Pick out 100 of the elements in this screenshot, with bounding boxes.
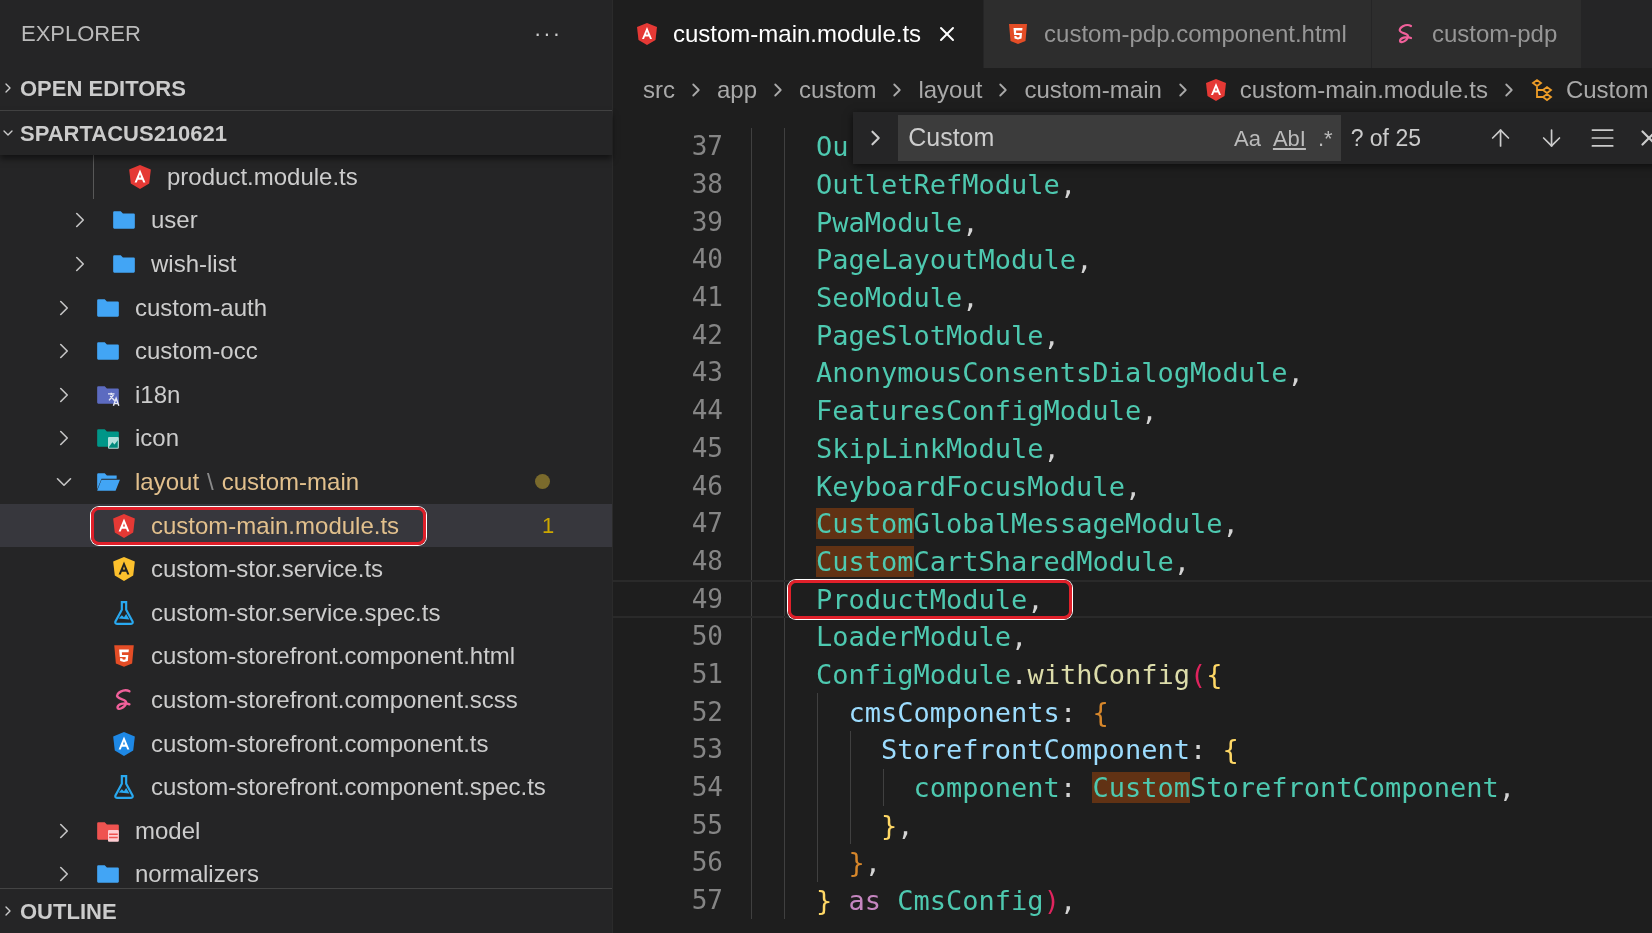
file-name: custom-storefront.component.html <box>151 641 516 672</box>
breadcrumb-item[interactable]: custom-main.module.ts <box>1203 72 1488 108</box>
class-symbol-icon <box>1529 78 1554 102</box>
angular-shield-icon <box>111 730 137 757</box>
code-line: PwaModule, <box>816 208 979 236</box>
breadcrumb-item[interactable]: src <box>643 72 675 108</box>
file-name: i18n <box>135 379 181 410</box>
line-number: 37 <box>690 130 723 164</box>
code-line: SkipLinkModule, <box>816 434 1060 462</box>
find-option-button[interactable]: AbI <box>1272 121 1306 155</box>
code-line: SeoModule, <box>816 284 979 312</box>
breadcrumb-item[interactable]: custom <box>799 72 877 108</box>
code-line: OutletRefModule, <box>816 171 1077 199</box>
file-tree-item[interactable]: custom-stor.service.ts <box>111 550 408 589</box>
line-number: 54 <box>690 771 723 805</box>
find-option-button[interactable]: Aa <box>1234 121 1261 155</box>
code-line: PageSlotModule, <box>816 321 1060 349</box>
code-line: PageLayoutModule, <box>816 246 1093 274</box>
editor-tab[interactable]: custom-pdp <box>1371 0 1583 68</box>
line-number: 43 <box>690 356 723 390</box>
code-line: }, <box>881 811 914 839</box>
file-name: normalizers <box>135 859 260 888</box>
line-number: 52 <box>690 695 723 729</box>
folder-name: layout <box>135 466 200 497</box>
code-line: Ou <box>816 133 849 161</box>
file-name: custom-stor.service.spec.ts <box>151 597 441 628</box>
file-tree-item[interactable]: icon <box>95 419 204 458</box>
file-tree-item[interactable]: custom-storefront.component.html <box>111 637 540 676</box>
line-number: 40 <box>690 243 723 277</box>
line-number: 55 <box>690 808 723 842</box>
match-count: ? of 25 <box>1350 123 1422 153</box>
file-tree-item[interactable]: custom-auth <box>95 288 292 327</box>
file-tree-item[interactable]: custom-stor.service.spec.ts <box>111 593 465 632</box>
section-header[interactable]: OPEN EDITORS <box>0 66 612 110</box>
breadcrumb-item[interactable]: layout <box>918 72 983 108</box>
file-tree-item[interactable]: layout \ custom-main <box>95 462 384 501</box>
file-tree-item[interactable]: custom-occ <box>95 332 282 371</box>
file-tree-item[interactable]: i18n <box>95 375 205 414</box>
folder-name: custom-main <box>221 466 360 497</box>
breadcrumb-item[interactable]: custom-main <box>1024 72 1162 108</box>
code-line: }, <box>848 849 882 877</box>
line-number: 56 <box>690 846 723 880</box>
file-tree-item[interactable]: custom-storefront.component.ts <box>111 724 513 763</box>
angular-shield-icon <box>111 556 137 583</box>
file-name: custom-storefront.component.ts <box>151 728 489 759</box>
code-line: ProductModule, <box>816 583 1044 615</box>
section-header[interactable]: SPARTACUS210621 <box>0 111 612 155</box>
line-number: 47 <box>690 507 723 541</box>
file-tree-item[interactable]: custom-storefront.component.scss <box>111 680 542 719</box>
angular-shield-icon <box>111 512 137 539</box>
file-name: custom-occ <box>135 336 258 367</box>
code-line: } as CmsConfig), <box>816 887 1077 915</box>
file-tree-item[interactable]: user <box>111 201 222 240</box>
sidebar-title: EXPLORER <box>21 19 141 48</box>
file-name: custom-auth <box>135 292 268 323</box>
code-line: cmsComponents: { <box>848 698 1109 726</box>
find-input[interactable]: Custom Aa AbI .* <box>898 115 1341 161</box>
line-number: 53 <box>690 733 723 767</box>
code-line: LoaderModule, <box>816 623 1028 651</box>
line-number: 50 <box>690 620 723 654</box>
line-number: 44 <box>690 394 723 428</box>
line-number: 49 <box>690 582 723 616</box>
find-option-button[interactable]: .* <box>1317 121 1333 155</box>
section-header[interactable]: OUTLINE <box>0 889 612 933</box>
file-name: wish-list <box>151 249 237 279</box>
flask-icon <box>111 599 137 626</box>
line-number: 42 <box>690 318 723 352</box>
breadcrumb-item[interactable]: Custom <box>1529 72 1649 108</box>
editor-tab[interactable]: custom-main.module.ts <box>613 0 985 68</box>
code-line: CustomCartSharedModule, <box>816 547 1190 575</box>
file-name: custom-storefront.component.scss <box>151 684 518 715</box>
code-line: KeyboardFocusModule, <box>816 472 1142 500</box>
file-name: custom-stor.service.ts <box>151 554 384 585</box>
code-line: ConfigModule.withConfig({ <box>816 660 1223 688</box>
file-tree-item[interactable]: product.module.ts <box>127 157 382 196</box>
line-number: 45 <box>690 431 723 465</box>
angular-shield-icon <box>127 163 153 190</box>
line-number: 48 <box>690 544 723 578</box>
file-tree-item[interactable]: model <box>95 811 225 850</box>
file-name: custom-storefront.component.spec.ts <box>151 772 546 803</box>
file-name: product.module.ts <box>167 161 358 192</box>
flask-icon <box>111 774 137 801</box>
file-tree-item[interactable]: custom-storefront.component.spec.ts <box>111 768 570 807</box>
line-number: 41 <box>690 281 723 315</box>
breadcrumb-item[interactable]: app <box>717 72 758 108</box>
code-line: CustomGlobalMessageModule, <box>816 510 1239 538</box>
angular-shield-icon <box>635 22 659 46</box>
line-number: 57 <box>690 884 723 918</box>
file-tree-item[interactable]: normalizers <box>95 855 284 888</box>
path-separator: \ <box>207 466 214 497</box>
code-line: AnonymousConsentsDialogModule, <box>816 359 1304 387</box>
html-file-icon <box>111 643 137 670</box>
editor-tab[interactable]: custom-pdp.component.html <box>984 0 1372 68</box>
file-tree-item[interactable]: custom-main.module.ts <box>91 506 427 545</box>
file-name: user <box>151 205 198 236</box>
problem-count: 1 <box>542 512 555 541</box>
file-tree-item[interactable]: wish-list <box>111 245 261 283</box>
code-line: component: CustomStorefrontComponent, <box>913 774 1516 802</box>
more-actions-button[interactable]: ··· <box>534 16 562 50</box>
line-number: 38 <box>690 168 723 202</box>
